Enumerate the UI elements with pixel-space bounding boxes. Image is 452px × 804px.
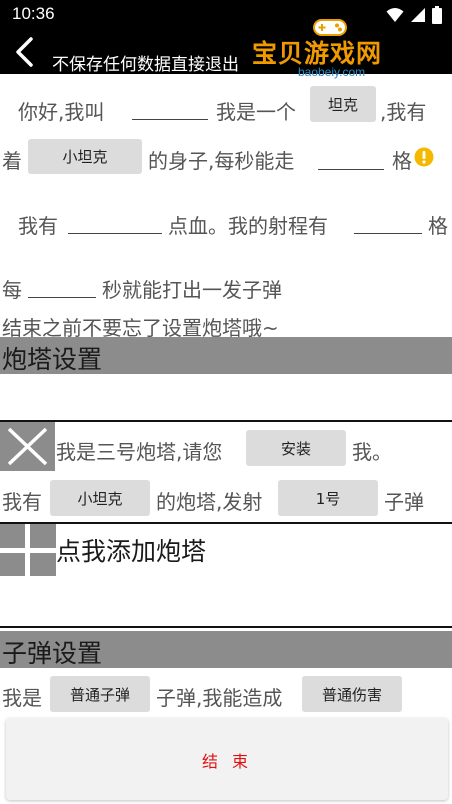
plus-icon bbox=[0, 524, 56, 576]
bullet-slot-button[interactable]: 1号 bbox=[278, 480, 378, 516]
close-icon bbox=[7, 427, 48, 466]
back-chevron-icon[interactable] bbox=[10, 36, 40, 68]
have-text: ,我有 bbox=[380, 100, 427, 124]
watermark-url: baobeiy.com bbox=[298, 65, 366, 79]
turret-section-title: 炮塔设置 bbox=[2, 345, 103, 374]
tank-name-input[interactable] bbox=[132, 98, 208, 120]
bullet-damage-text: 子弹,我能造成 bbox=[156, 686, 283, 710]
speed-unit-text: 格 bbox=[392, 149, 412, 173]
battery-icon bbox=[432, 6, 442, 24]
status-time: 10:36 bbox=[12, 4, 55, 23]
bullet-prefix-text: 我是 bbox=[2, 686, 42, 710]
add-turret-label[interactable]: 点我添加炮塔 bbox=[56, 532, 206, 568]
type-prefix-text: 我是一个 bbox=[216, 100, 296, 124]
install-button[interactable]: 安装 bbox=[246, 430, 346, 466]
remove-turret-button[interactable] bbox=[0, 422, 55, 471]
bullet-divider bbox=[0, 626, 452, 628]
damage-type-button[interactable]: 普通伤害 bbox=[302, 676, 402, 712]
turret-divider bbox=[0, 420, 452, 422]
turret-fire-text: 的炮塔,发射 bbox=[156, 490, 263, 514]
tank-type-button[interactable]: 坦克 bbox=[310, 86, 376, 122]
watermark: 宝贝游戏网 baobeiy.com bbox=[248, 16, 424, 82]
range-text: 点血。我的射程有 bbox=[168, 214, 328, 238]
bullet-type-button[interactable]: 普通子弹 bbox=[50, 676, 150, 712]
intro-text: 你好,我叫 bbox=[18, 100, 105, 124]
bullet-text: 子弹 bbox=[384, 490, 424, 514]
range-unit-text: 格 bbox=[428, 214, 448, 238]
fire-rate-prefix-text: 每 bbox=[2, 278, 22, 302]
speed-text: 的身子,每秒能走 bbox=[148, 149, 295, 173]
turret-name-text: 我是三号炮塔,请您 bbox=[56, 440, 223, 464]
hp-prefix-text: 我有 bbox=[18, 214, 58, 238]
hp-input[interactable] bbox=[68, 212, 162, 234]
end-button-label: 结束 bbox=[202, 752, 263, 771]
body-prefix-text: 着 bbox=[2, 149, 22, 173]
add-turret-divider bbox=[0, 522, 452, 524]
fire-rate-text: 秒就能打出一发子弹 bbox=[102, 278, 282, 302]
fire-rate-input[interactable] bbox=[28, 276, 96, 298]
turret-section-header: 炮塔设置 bbox=[0, 337, 452, 374]
warning-icon[interactable] bbox=[414, 147, 434, 167]
bullet-section-title: 子弹设置 bbox=[2, 639, 103, 668]
turret-me-text: 我。 bbox=[352, 440, 392, 464]
turret-have-text: 我有 bbox=[2, 490, 42, 514]
range-input[interactable] bbox=[354, 212, 422, 234]
tank-body-button[interactable]: 小坦克 bbox=[28, 139, 142, 174]
end-button[interactable]: 结束 bbox=[6, 718, 448, 800]
exit-without-saving-title[interactable]: 不保存任何数据直接退出 bbox=[52, 50, 239, 75]
bullet-section-header: 子弹设置 bbox=[0, 631, 452, 668]
turret-body-button[interactable]: 小坦克 bbox=[50, 480, 150, 516]
add-turret-button[interactable] bbox=[0, 524, 56, 576]
speed-input[interactable] bbox=[318, 148, 384, 170]
